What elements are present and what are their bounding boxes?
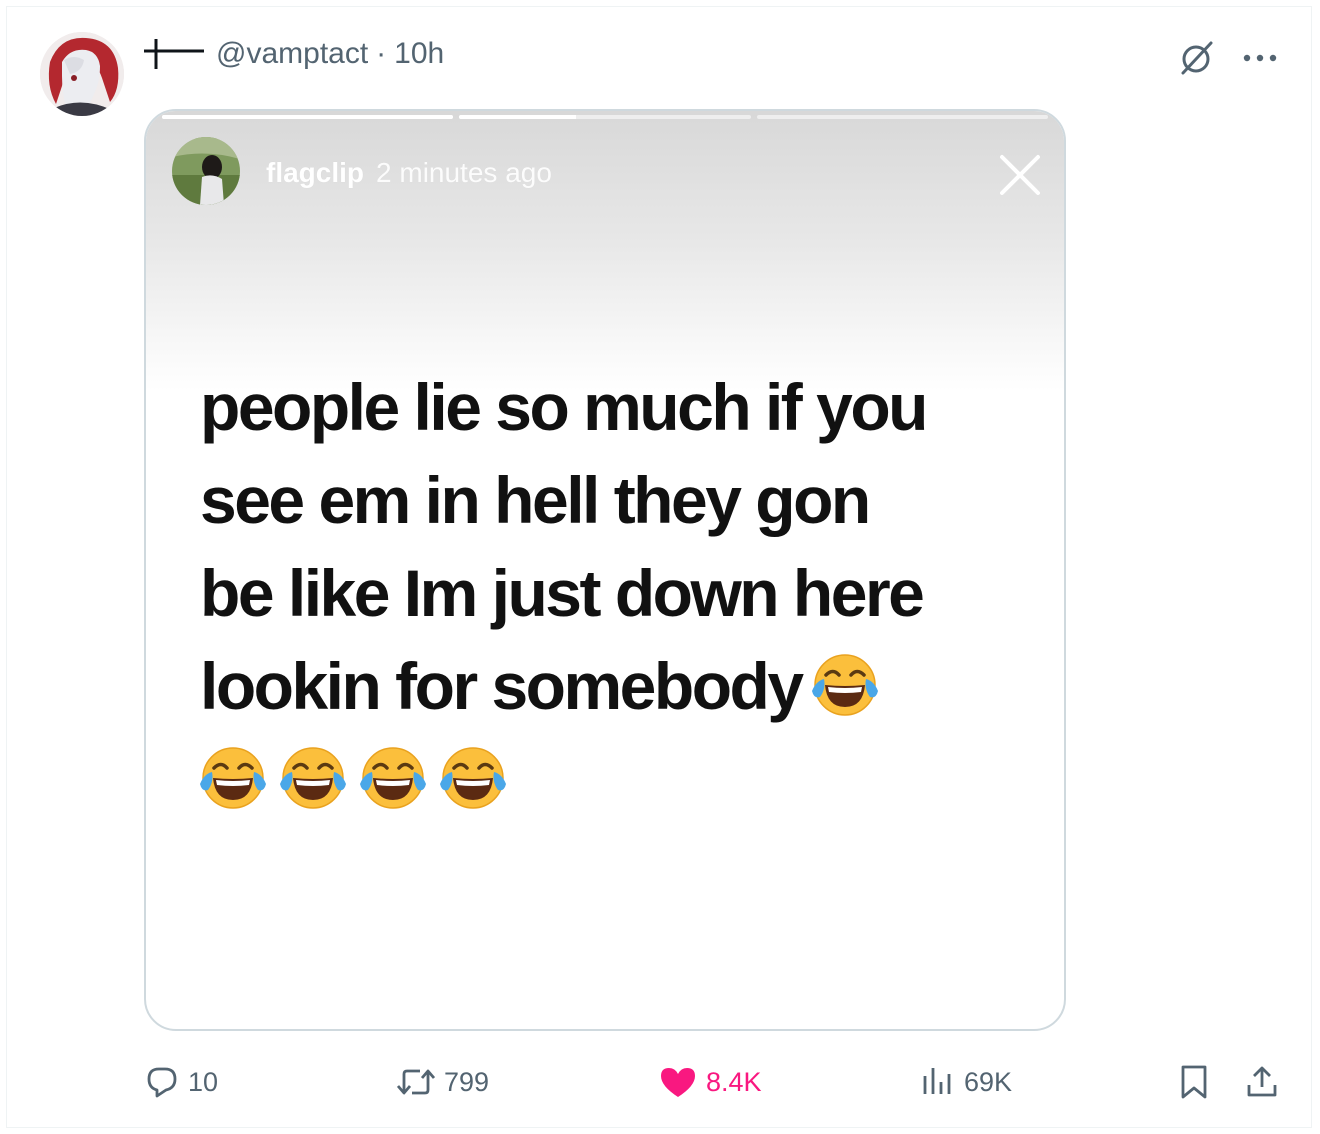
caption-line: lookin for somebody bbox=[200, 649, 804, 723]
story-header-fade bbox=[146, 111, 1064, 391]
laughing-emoji-icon bbox=[196, 743, 270, 836]
grok-icon[interactable] bbox=[1174, 36, 1218, 80]
emoji-row bbox=[196, 743, 1040, 836]
bookmark-icon bbox=[1181, 1065, 1207, 1099]
display-name-cross-mark[interactable] bbox=[142, 37, 206, 71]
laughing-emoji-icon bbox=[356, 743, 430, 836]
repost-icon bbox=[396, 1069, 436, 1095]
bookmark-button[interactable] bbox=[1176, 1058, 1220, 1106]
post-media[interactable]: flagclip 2 minutes ago people lie so much… bbox=[144, 109, 1066, 1031]
repost-button[interactable]: 799 bbox=[396, 1058, 489, 1106]
story-time: 2 minutes ago bbox=[376, 157, 552, 188]
story-user: flagclip 2 minutes ago bbox=[266, 157, 552, 189]
author-handle[interactable]: @vamptact bbox=[216, 37, 368, 71]
views-button[interactable]: 69K bbox=[920, 1058, 1012, 1106]
views-count: 69K bbox=[964, 1066, 1013, 1097]
laughing-emoji-icon bbox=[808, 650, 882, 743]
heart-icon bbox=[661, 1068, 695, 1097]
laughing-emoji-icon bbox=[276, 743, 350, 836]
author-avatar[interactable] bbox=[40, 32, 124, 116]
reply-icon bbox=[147, 1067, 177, 1098]
more-icon[interactable] bbox=[1238, 36, 1282, 80]
like-count: 8.4K bbox=[706, 1066, 762, 1097]
story-avatar bbox=[172, 137, 240, 205]
progress-segment bbox=[162, 115, 454, 119]
progress-fill bbox=[162, 115, 454, 119]
like-button[interactable]: 8.4K bbox=[658, 1058, 762, 1106]
post-time[interactable]: 10h bbox=[394, 37, 444, 71]
caption-line: people lie so much if you bbox=[200, 370, 928, 444]
share-icon bbox=[1247, 1066, 1277, 1097]
repost-count: 799 bbox=[444, 1066, 490, 1097]
action-bar: 10 799 8.4K 69K bbox=[144, 1058, 1284, 1106]
reply-count: 10 bbox=[188, 1066, 219, 1097]
views-icon bbox=[923, 1068, 951, 1094]
progress-fill bbox=[459, 115, 576, 119]
post-header: @vamptact · 10h bbox=[142, 34, 444, 74]
header-separator: · bbox=[376, 37, 387, 70]
share-button[interactable] bbox=[1244, 1058, 1288, 1106]
caption-line-with-emoji: lookin for somebody bbox=[200, 640, 1040, 743]
reply-button[interactable]: 10 bbox=[144, 1058, 218, 1106]
story-username: flagclip bbox=[266, 157, 365, 188]
story-progress bbox=[162, 115, 1048, 119]
laughing-emoji-icon bbox=[436, 743, 510, 836]
progress-segment bbox=[459, 115, 751, 119]
caption-line: see em in hell they gon bbox=[200, 463, 871, 537]
top-right-actions bbox=[1174, 36, 1282, 80]
progress-segment bbox=[756, 115, 1048, 119]
story-caption: people lie so much if you see em in hell… bbox=[200, 361, 1040, 836]
close-icon bbox=[994, 149, 1046, 201]
caption-line: be like Im just down here bbox=[200, 556, 925, 630]
